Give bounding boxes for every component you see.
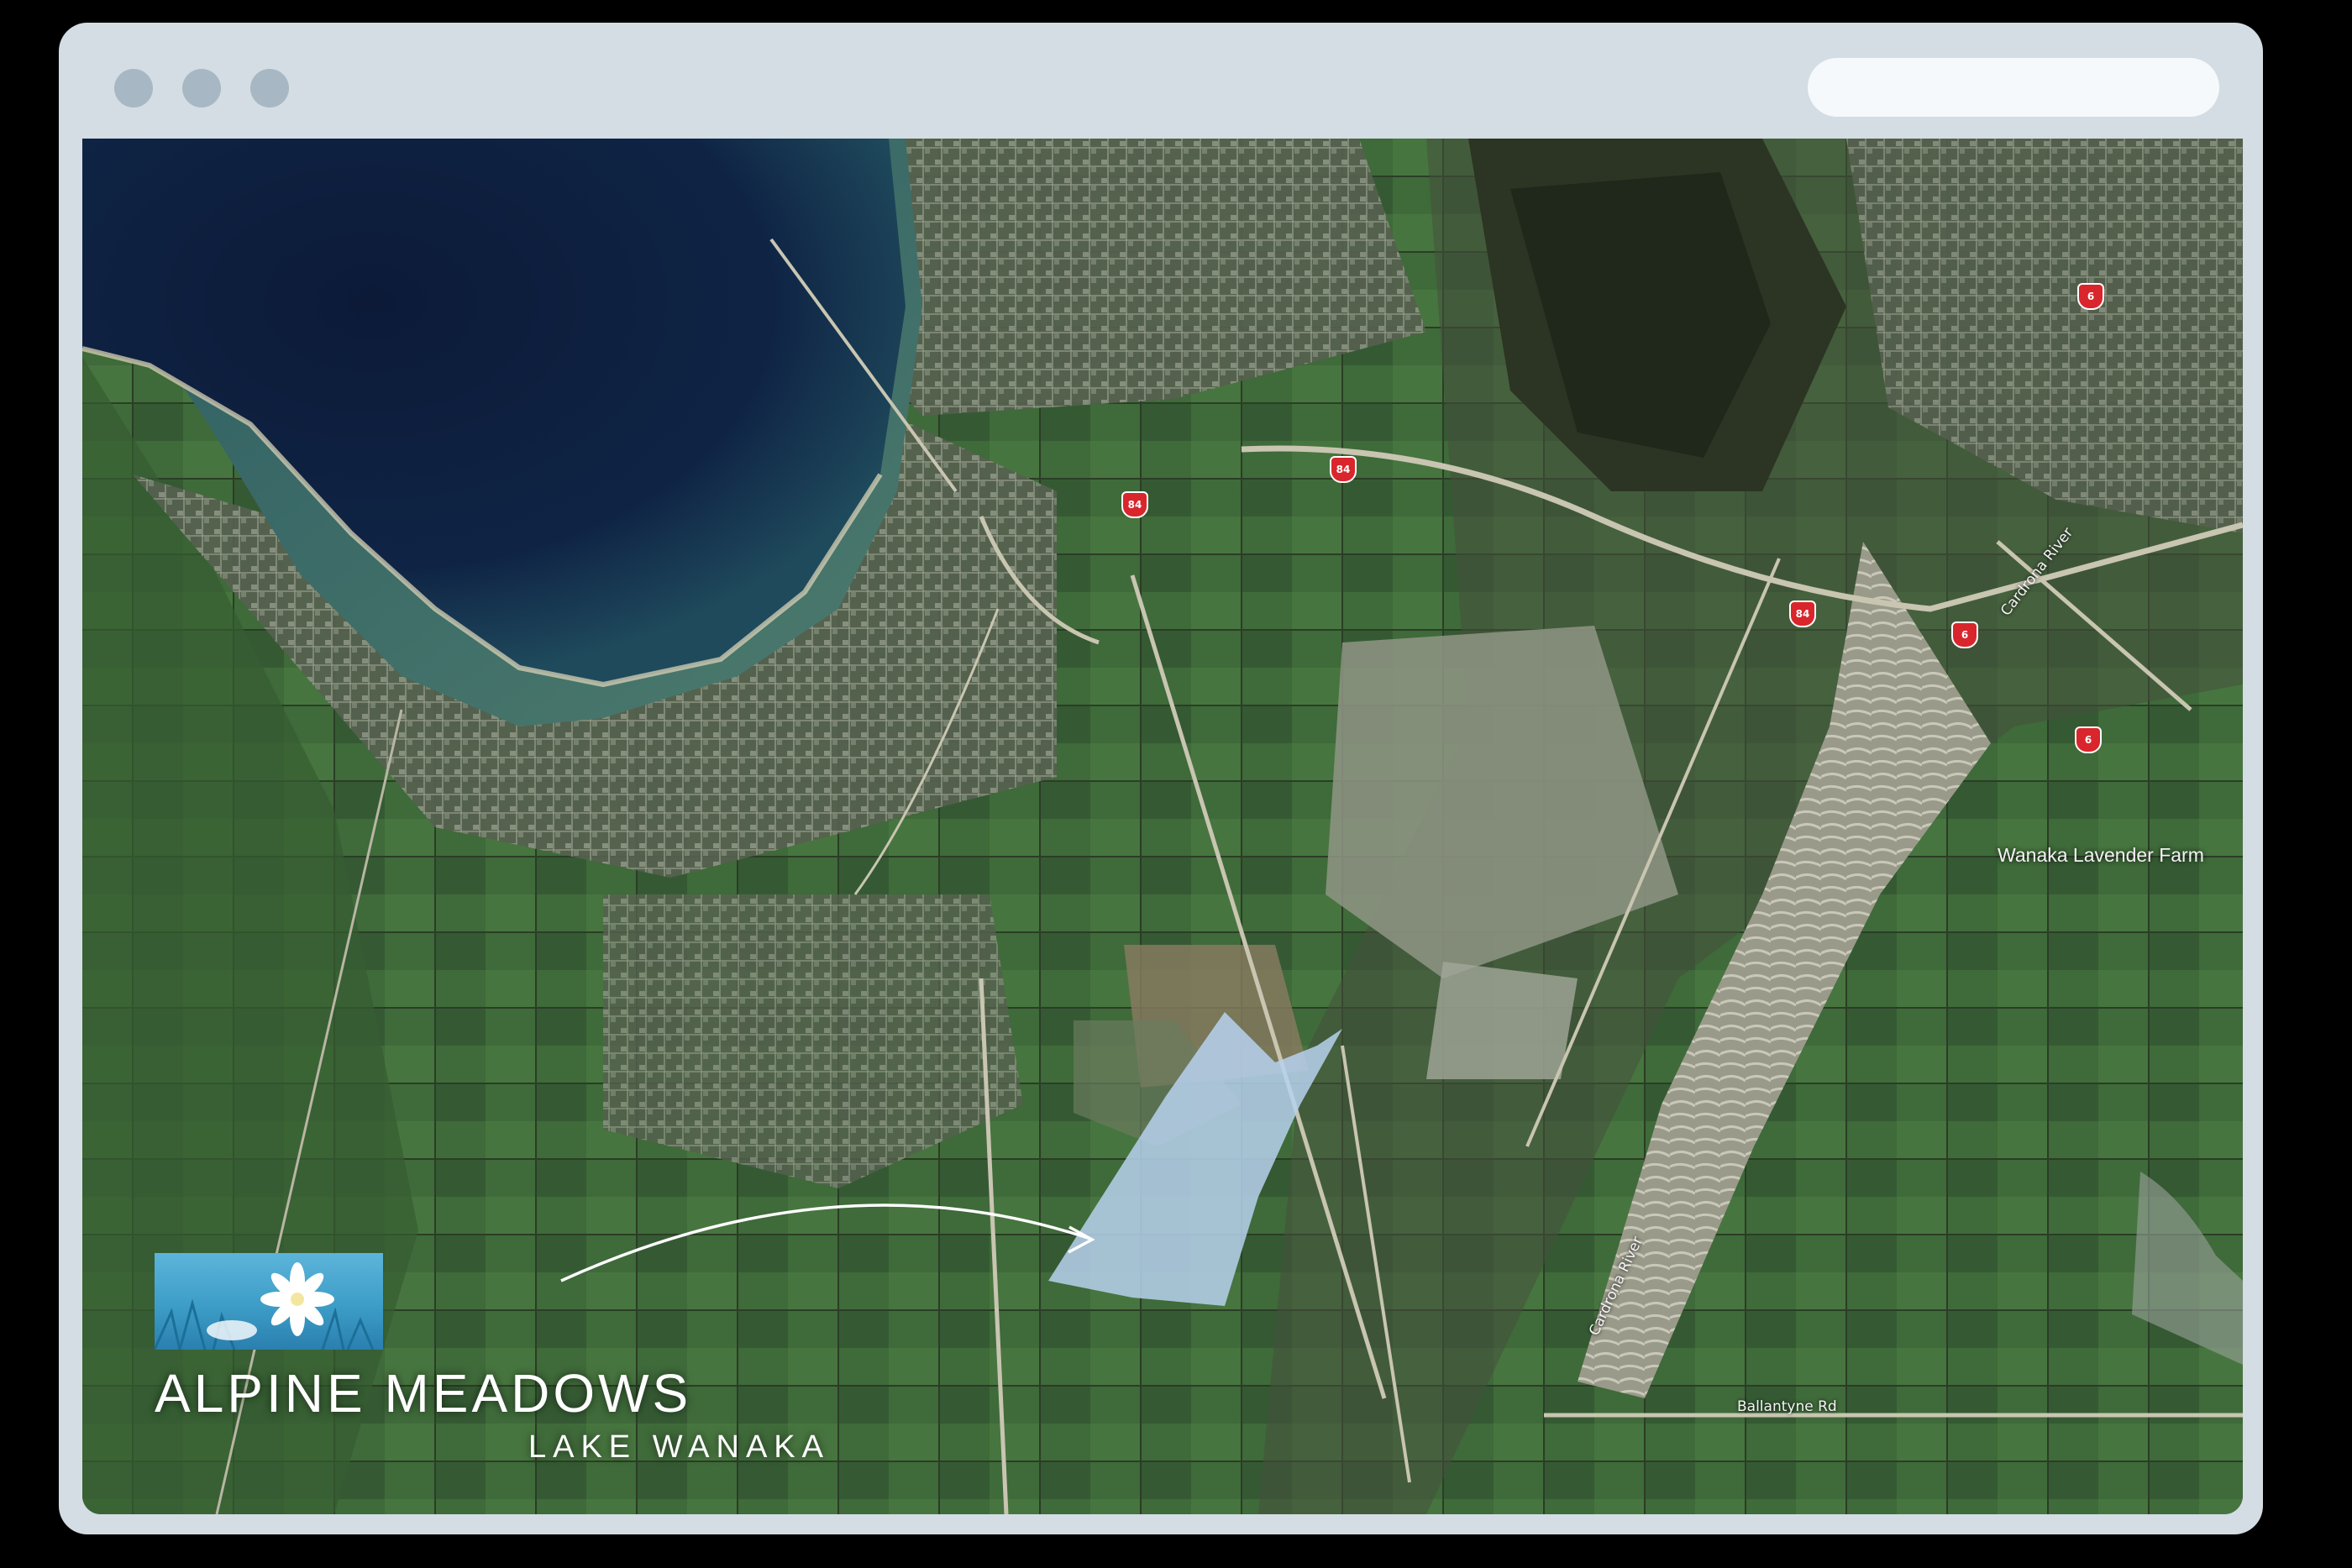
route-6-shield: 6 bbox=[2077, 283, 2104, 310]
route-84-shield: 84 bbox=[1330, 456, 1357, 483]
route-6-shield: 6 bbox=[2075, 726, 2102, 753]
ballantyne-road-label: Ballantyne Rd bbox=[1737, 1398, 1837, 1415]
satellite-map[interactable]: Cardrona River Cardrona River Ballantyne… bbox=[82, 139, 2243, 1514]
close-window-button[interactable] bbox=[114, 69, 153, 108]
minimize-window-button[interactable] bbox=[182, 69, 221, 108]
logo-title: ALPINE MEADOWS bbox=[155, 1363, 692, 1424]
alpine-meadows-logo: ALPINE MEADOWS LAKE WANAKA bbox=[155, 1253, 830, 1476]
logo-subtitle: LAKE WANAKA bbox=[528, 1429, 830, 1465]
route-6-shield: 6 bbox=[1951, 621, 1978, 648]
maximize-window-button[interactable] bbox=[250, 69, 289, 108]
route-84-shield: 84 bbox=[1789, 600, 1816, 627]
lavender-farm-label: Wanaka Lavender Farm bbox=[1998, 844, 2204, 866]
browser-window: Cardrona River Cardrona River Ballantyne… bbox=[59, 23, 2263, 1534]
address-bar[interactable] bbox=[1808, 58, 2219, 117]
flower-emblem-icon bbox=[155, 1253, 383, 1350]
route-84-shield: 84 bbox=[1121, 491, 1148, 518]
window-titlebar bbox=[59, 23, 2263, 139]
